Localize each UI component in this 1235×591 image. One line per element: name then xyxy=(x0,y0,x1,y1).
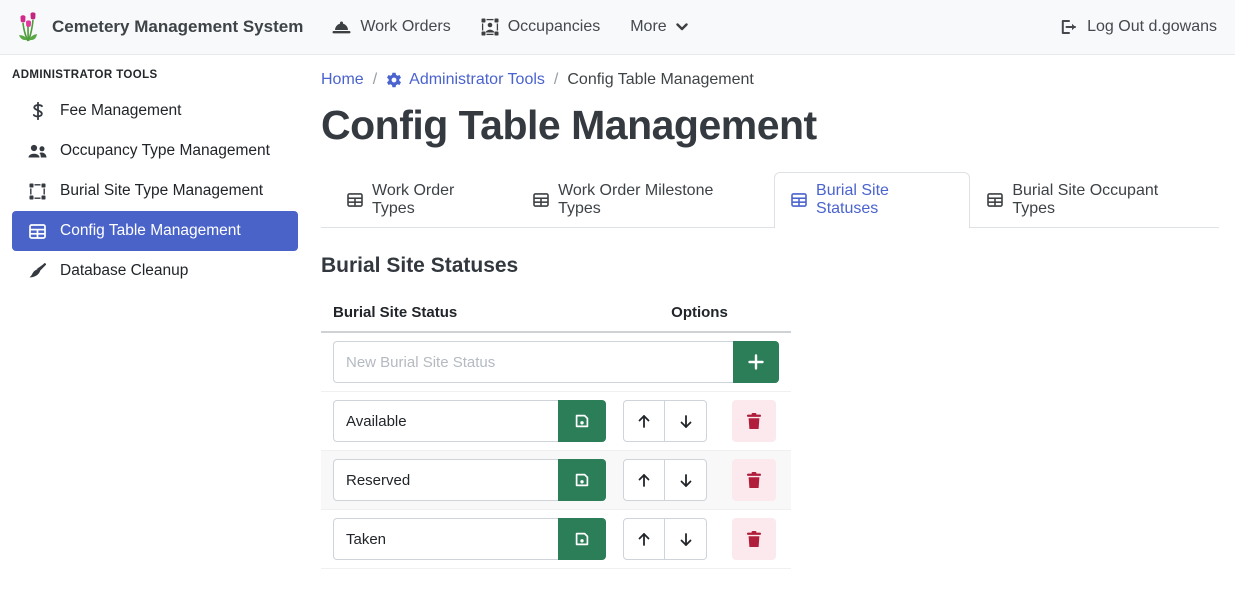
chevron-down-icon xyxy=(676,23,688,31)
logout-label: Log Out d.gowans xyxy=(1087,18,1217,36)
trash-icon xyxy=(747,413,761,429)
status-input[interactable] xyxy=(333,518,558,560)
plus-icon xyxy=(748,354,764,370)
top-navbar: Cemetery Management System Work Orders xyxy=(0,0,1235,55)
save-icon xyxy=(574,472,590,488)
sidebar-item-label: Fee Management xyxy=(60,102,182,120)
arrow-up-icon xyxy=(637,414,651,429)
sidebar-item-label: Database Cleanup xyxy=(60,262,188,280)
nav-work-orders[interactable]: Work Orders xyxy=(317,0,465,55)
delete-status-button[interactable] xyxy=(732,400,776,442)
sidebar-item-label: Config Table Management xyxy=(60,222,241,240)
trash-icon xyxy=(747,472,761,488)
move-down-button[interactable] xyxy=(665,518,707,560)
sidebar-item-config-table-management[interactable]: Config Table Management xyxy=(12,211,298,251)
hard-hat-icon xyxy=(332,20,351,35)
config-tabs: Work Order Types Work Order Milestone Ty… xyxy=(321,172,1219,228)
tab-label: Burial Site Statuses xyxy=(816,182,953,218)
column-header-options: Options xyxy=(608,296,791,332)
table-icon xyxy=(347,193,363,207)
table-icon xyxy=(533,193,549,207)
new-status-input[interactable] xyxy=(333,341,733,383)
status-row-reserved xyxy=(321,451,791,510)
tab-burial-site-statuses[interactable]: Burial Site Statuses xyxy=(774,172,970,228)
arrow-down-icon xyxy=(679,414,693,429)
arrow-down-icon xyxy=(679,473,693,488)
save-status-button[interactable] xyxy=(558,459,606,501)
status-input[interactable] xyxy=(333,400,558,442)
arrow-down-icon xyxy=(679,532,693,547)
trash-icon xyxy=(747,531,761,547)
sidebar-header: Administrator Tools xyxy=(12,69,310,81)
sidebar-item-label: Burial Site Type Management xyxy=(60,182,263,200)
status-row-available xyxy=(321,392,791,451)
nav-link-label: Work Orders xyxy=(360,18,450,36)
logout-button[interactable]: Log Out d.gowans xyxy=(1058,18,1219,36)
status-row-taken xyxy=(321,510,791,569)
table-icon xyxy=(791,193,807,207)
people-icon xyxy=(28,144,47,159)
table-header-row: Burial Site Status Options xyxy=(321,296,791,332)
burial-site-status-table: Burial Site Status Options xyxy=(321,296,791,569)
main-content: Home / Administrator Tools / Config Tabl… xyxy=(310,55,1235,591)
nav-occupancies[interactable]: Occupancies xyxy=(466,0,616,55)
gear-icon xyxy=(386,72,402,88)
broom-icon xyxy=(28,263,47,280)
move-down-button[interactable] xyxy=(665,459,707,501)
new-status-row xyxy=(321,332,791,392)
move-up-button[interactable] xyxy=(623,400,665,442)
app-brand[interactable]: Cemetery Management System xyxy=(16,11,303,43)
tab-label: Burial Site Occupant Types xyxy=(1012,182,1202,218)
tab-work-order-types[interactable]: Work Order Types xyxy=(330,172,516,228)
sidebar-item-label: Occupancy Type Management xyxy=(60,142,270,160)
save-icon xyxy=(574,531,590,547)
dollar-icon xyxy=(28,102,47,120)
move-down-button[interactable] xyxy=(665,400,707,442)
occupant-frame-icon xyxy=(481,18,499,36)
tab-label: Work Order Milestone Types xyxy=(558,182,757,218)
delete-status-button[interactable] xyxy=(732,459,776,501)
save-icon xyxy=(574,413,590,429)
nav-link-label: Occupancies xyxy=(508,18,601,36)
page-title: Config Table Management xyxy=(321,102,1219,149)
arrow-up-icon xyxy=(637,532,651,547)
section-heading: Burial Site Statuses xyxy=(321,254,1219,278)
frame-icon xyxy=(28,183,47,200)
breadcrumb-separator: / xyxy=(554,71,558,89)
move-up-button[interactable] xyxy=(623,459,665,501)
nav-more[interactable]: More xyxy=(615,0,702,55)
tulip-logo-icon xyxy=(16,11,42,43)
breadcrumb-current: Config Table Management xyxy=(567,71,754,89)
nav-link-label: More xyxy=(630,18,666,36)
delete-status-button[interactable] xyxy=(732,518,776,560)
add-status-button[interactable] xyxy=(733,341,779,383)
table-icon xyxy=(987,193,1003,207)
sidebar-item-occupancy-type-management[interactable]: Occupancy Type Management xyxy=(12,131,298,171)
sidebar-item-fee-management[interactable]: Fee Management xyxy=(12,91,298,131)
save-status-button[interactable] xyxy=(558,400,606,442)
table-icon xyxy=(28,224,47,239)
tab-label: Work Order Types xyxy=(372,182,499,218)
column-header-burial-site-status: Burial Site Status xyxy=(321,296,608,332)
logout-icon xyxy=(1060,19,1078,35)
move-up-button[interactable] xyxy=(623,518,665,560)
breadcrumb: Home / Administrator Tools / Config Tabl… xyxy=(321,71,1219,89)
sidebar-item-database-cleanup[interactable]: Database Cleanup xyxy=(12,251,298,291)
brand-title: Cemetery Management System xyxy=(52,17,303,37)
tab-work-order-milestone-types[interactable]: Work Order Milestone Types xyxy=(516,172,774,228)
breadcrumb-admin-tools-link[interactable]: Administrator Tools xyxy=(386,71,545,89)
navbar-links: Work Orders Occupancies xyxy=(317,0,702,55)
save-status-button[interactable] xyxy=(558,518,606,560)
sidebar-item-burial-site-type-management[interactable]: Burial Site Type Management xyxy=(12,171,298,211)
tab-burial-site-occupant-types[interactable]: Burial Site Occupant Types xyxy=(970,172,1219,228)
breadcrumb-home-link[interactable]: Home xyxy=(321,71,364,89)
breadcrumb-separator: / xyxy=(373,71,377,89)
arrow-up-icon xyxy=(637,473,651,488)
admin-sidebar: Administrator Tools Fee Management Occup… xyxy=(0,55,310,591)
status-input[interactable] xyxy=(333,459,558,501)
